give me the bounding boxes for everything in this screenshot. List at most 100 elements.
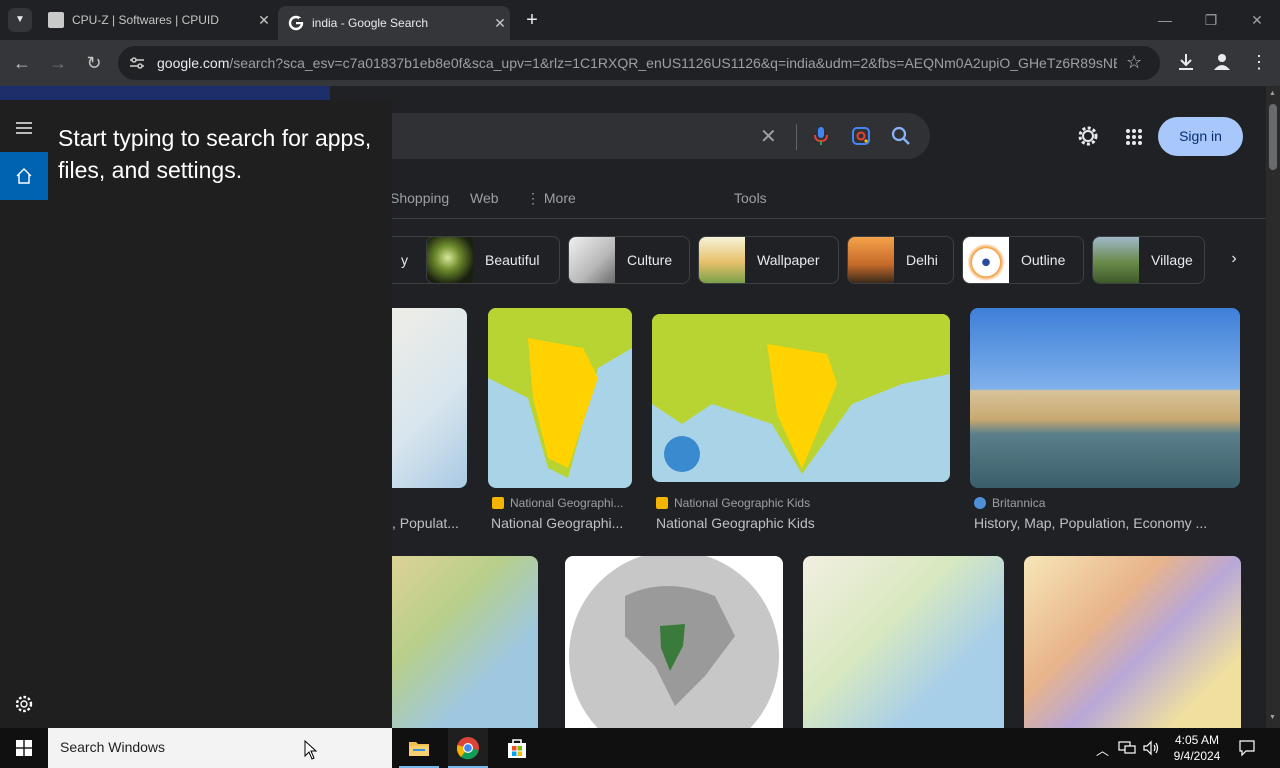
back-arrow-icon[interactable]: ← [9,50,35,76]
chrome-button[interactable] [448,728,488,768]
home-button[interactable] [0,152,48,200]
result-caption[interactable]: , Populat... [392,515,468,531]
mouse-cursor-icon [304,739,318,760]
start-button[interactable] [0,728,48,768]
clear-search-icon[interactable]: ✕ [760,124,777,149]
google-favicon-icon [288,15,304,31]
tab-title: india - Google Search [312,16,429,30]
home-icon [15,167,33,185]
page-scrollbar[interactable]: ▲ ▼ [1266,86,1280,728]
tab-cpuz[interactable]: CPU-Z | Softwares | CPUID ✕ [38,6,274,34]
profile-icon[interactable] [1212,52,1232,72]
britannica-icon [974,497,986,509]
chip-label: Village [1151,252,1193,268]
chip-beautiful[interactable]: Beautiful [426,236,560,284]
browser-toolbar: ← → ↻ google.com/search?sca_esv=c7a01837… [0,40,1280,86]
result-image-gateway-of-india[interactable] [970,308,1240,488]
lens-search-icon[interactable] [850,125,872,147]
result-caption[interactable]: History, Map, Population, Economy ... [974,515,1240,531]
result-source: Britannica [974,496,1236,510]
network-icon[interactable] [1118,740,1136,756]
close-tab-icon[interactable]: ✕ [254,12,274,29]
google-doodle-image[interactable] [0,86,330,100]
chip-wallpaper[interactable]: Wallpaper [698,236,839,284]
nav-more-menu[interactable]: ⋮ More [526,190,576,207]
chip-label: Culture [627,252,673,268]
result-image-natgeo-map[interactable] [488,308,632,488]
result-source-label: National Geographic Kids [674,496,811,510]
tab-title: CPU-Z | Softwares | CPUID [72,13,219,27]
chip-thumbnail [848,237,894,283]
reload-icon[interactable]: ↻ [81,50,107,76]
result-caption[interactable]: National Geographic Kids [656,515,946,531]
volume-icon[interactable] [1142,740,1160,756]
bookmark-star-icon[interactable]: ☆ [1126,52,1142,73]
microsoft-store-button[interactable] [497,728,537,768]
result-caption[interactable]: National Geographi... [491,515,632,531]
tab-search-button[interactable]: ▼ [8,8,32,32]
settings-gear-icon[interactable] [1076,124,1100,148]
browser-menu-icon[interactable]: ⋮ [1250,52,1268,72]
chip-delhi[interactable]: Delhi [847,236,954,284]
result-source: National Geographi... [492,496,632,510]
taskbar-search-placeholder: Search Windows [60,739,166,755]
result-source-label: Britannica [992,496,1046,510]
chip-culture[interactable]: Culture [568,236,690,284]
tools-button[interactable]: Tools [734,190,767,206]
clock-date: 9/4/2024 [1173,749,1221,763]
show-hidden-icons-icon[interactable]: ︿ [1096,740,1109,759]
search-prompt-text: Start typing to search for apps, files, … [58,125,372,183]
tab-google-search[interactable]: india - Google Search ✕ [278,6,510,40]
chip-label: y [401,252,408,268]
result-source-label: National Geographi... [510,496,624,510]
result-image-states-map[interactable] [1024,556,1241,728]
url-host: google.com [157,55,230,71]
scroll-down-arrow-icon[interactable]: ▼ [1269,714,1276,721]
hamburger-menu-icon[interactable] [14,120,34,136]
settings-icon[interactable] [14,694,34,714]
more-dots-icon: ⋮ [526,190,544,206]
chip-label: Delhi [906,252,938,268]
action-center-icon[interactable] [1238,739,1256,757]
more-label: More [543,190,576,206]
forward-arrow-icon[interactable]: → [45,50,71,76]
chip-village[interactable]: Village [1092,236,1205,284]
chip-label: Outline [1021,252,1066,268]
voice-search-icon[interactable] [812,125,830,147]
result-source: National Geographic Kids [656,496,946,510]
file-explorer-button[interactable] [399,728,439,768]
address-bar[interactable]: google.com/search?sca_esv=c7a01837b1eb8e… [118,46,1160,80]
sign-in-button[interactable]: Sign in [1158,117,1243,156]
chip-thumbnail [427,237,473,283]
chip-label: Wallpaper [757,252,820,268]
scroll-up-arrow-icon[interactable]: ▲ [1269,90,1276,97]
chip-label: Beautiful [485,252,540,268]
tab-strip: ▼ CPU-Z | Softwares | CPUID ✕ india - Go… [0,0,1280,40]
chips-next-icon[interactable]: › [1222,250,1246,270]
windows-search-panel: Start typing to search for apps, files, … [0,100,392,728]
downloads-icon[interactable] [1176,51,1196,73]
windows-taskbar: Search Windows ︿ 4:05 AM 9/4/2024 [0,728,1280,768]
scrollbar-thumb[interactable] [1269,104,1277,170]
result-image-worldatlas-map[interactable] [803,556,1004,728]
result-image-natgeo-kids-map[interactable] [652,314,950,482]
natgeo-icon [492,497,504,509]
google-apps-icon[interactable] [1124,127,1144,147]
search-box[interactable]: ✕ [360,113,930,159]
restore-button[interactable]: ❐ [1188,8,1234,32]
taskbar-search-box[interactable]: Search Windows [48,728,392,768]
url-path: /search?sca_esv=c7a01837b1eb8e0f&sca_upv… [229,55,1117,71]
chip-outline[interactable]: Outline [962,236,1084,284]
clock[interactable]: 4:05 AM 9/4/2024 [1164,732,1230,764]
close-tab-icon[interactable]: ✕ [490,15,510,32]
close-window-button[interactable]: ✕ [1234,8,1280,32]
site-info-icon[interactable] [128,55,146,71]
new-tab-button[interactable]: + [520,8,544,32]
nav-shopping-link[interactable]: Shopping [390,190,449,206]
nav-web-link[interactable]: Web [470,190,499,206]
folder-icon [408,739,430,757]
url-text: google.com/search?sca_esv=c7a01837b1eb8e… [157,46,1117,80]
minimize-button[interactable]: — [1142,8,1188,32]
result-image-globe[interactable] [565,556,783,728]
search-submit-icon[interactable] [890,125,912,147]
